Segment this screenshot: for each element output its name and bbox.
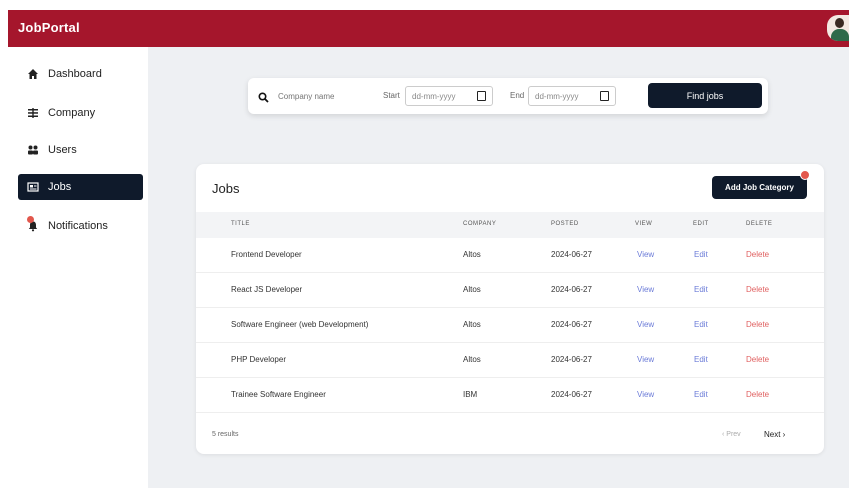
job-posted: 2024-06-27 xyxy=(551,355,592,364)
company-name-input[interactable] xyxy=(278,89,373,103)
delete-link[interactable]: Delete xyxy=(746,250,769,259)
job-title: PHP Developer xyxy=(231,355,286,364)
table-row: Frontend Developer Altos 2024-06-27 View… xyxy=(196,238,824,273)
sidebar-item-label: Company xyxy=(48,107,96,119)
delete-link[interactable]: Delete xyxy=(746,390,769,399)
users-icon xyxy=(26,143,40,157)
job-title: React JS Developer xyxy=(231,285,303,294)
job-posted: 2024-06-27 xyxy=(551,285,592,294)
end-date-label: End xyxy=(510,91,525,100)
main-content: Start dd-mm-yyyy End dd-mm-yyyy Find job… xyxy=(148,47,849,488)
search-icon xyxy=(258,90,269,108)
add-job-category-button[interactable]: Add Job Category xyxy=(712,176,807,199)
start-date-value: dd-mm-yyyy xyxy=(412,92,456,101)
sidebar-item-notifications[interactable]: Notifications xyxy=(18,213,143,239)
column-header-edit: EDIT xyxy=(693,221,709,227)
job-posted: 2024-06-27 xyxy=(551,250,592,259)
job-posted: 2024-06-27 xyxy=(551,390,592,399)
sidebar-item-label: Jobs xyxy=(48,181,72,193)
table-row: PHP Developer Altos 2024-06-27 View Edit… xyxy=(196,343,824,378)
start-date-label: Start xyxy=(383,91,400,100)
view-link[interactable]: View xyxy=(637,285,654,294)
job-company: Altos xyxy=(463,250,481,259)
table-row: Trainee Software Engineer IBM 2024-06-27… xyxy=(196,378,824,413)
column-header-company: COMPANY xyxy=(463,221,497,227)
job-title: Trainee Software Engineer xyxy=(231,390,326,399)
sidebar-item-label: Users xyxy=(48,144,77,156)
sidebar-item-users[interactable]: Users xyxy=(18,137,143,163)
next-page-button[interactable]: Next › xyxy=(764,430,785,439)
job-company: Altos xyxy=(463,355,481,364)
delete-link[interactable]: Delete xyxy=(746,355,769,364)
job-posted: 2024-06-27 xyxy=(551,320,592,329)
avatar-head xyxy=(835,18,844,28)
view-link[interactable]: View xyxy=(637,355,654,364)
avatar[interactable] xyxy=(827,15,849,41)
edit-link[interactable]: Edit xyxy=(694,390,708,399)
sidebar: Dashboard Company Users Jobs Notificatio… xyxy=(8,47,148,488)
sidebar-item-jobs[interactable]: Jobs xyxy=(18,174,143,200)
column-header-view: VIEW xyxy=(635,221,653,227)
job-company: IBM xyxy=(463,390,478,399)
find-jobs-button[interactable]: Find jobs xyxy=(648,83,762,108)
column-header-posted: POSTED xyxy=(551,221,579,227)
brand-logo[interactable]: JobPortal xyxy=(18,20,80,35)
add-category-badge xyxy=(800,170,810,180)
top-bar: JobPortal xyxy=(8,10,849,47)
edit-link[interactable]: Edit xyxy=(694,250,708,259)
sidebar-item-company[interactable]: Company xyxy=(18,100,143,126)
job-title: Frontend Developer xyxy=(231,250,302,259)
column-header-delete: DELETE xyxy=(746,221,773,227)
building-icon xyxy=(26,106,40,120)
table-row: React JS Developer Altos 2024-06-27 View… xyxy=(196,273,824,308)
home-icon xyxy=(26,67,40,81)
prev-page-button[interactable]: ‹ Prev xyxy=(722,431,741,438)
view-link[interactable]: View xyxy=(637,390,654,399)
view-link[interactable]: View xyxy=(637,250,654,259)
job-title: Software Engineer (web Development) xyxy=(231,320,369,329)
notification-badge xyxy=(27,216,34,223)
start-date-input[interactable]: dd-mm-yyyy xyxy=(405,86,493,106)
table-row: Software Engineer (web Development) Alto… xyxy=(196,308,824,343)
edit-link[interactable]: Edit xyxy=(694,285,708,294)
job-company: Altos xyxy=(463,285,481,294)
edit-link[interactable]: Edit xyxy=(694,355,708,364)
view-link[interactable]: View xyxy=(637,320,654,329)
column-header-title: TITLE xyxy=(231,221,250,227)
job-company: Altos xyxy=(463,320,481,329)
sidebar-item-label: Dashboard xyxy=(48,68,102,80)
results-count: 5 results xyxy=(212,431,239,438)
avatar-body xyxy=(831,29,849,41)
delete-link[interactable]: Delete xyxy=(746,285,769,294)
sidebar-item-dashboard[interactable]: Dashboard xyxy=(18,61,143,87)
delete-link[interactable]: Delete xyxy=(746,320,769,329)
end-date-input[interactable]: dd-mm-yyyy xyxy=(528,86,616,106)
edit-link[interactable]: Edit xyxy=(694,320,708,329)
calendar-icon[interactable] xyxy=(600,91,609,101)
table-header: TITLE COMPANY POSTED VIEW EDIT DELETE xyxy=(196,212,824,238)
jobs-title: Jobs xyxy=(212,181,240,196)
job-search-bar: Start dd-mm-yyyy End dd-mm-yyyy Find job… xyxy=(248,78,768,114)
end-date-value: dd-mm-yyyy xyxy=(535,92,579,101)
sidebar-item-label: Notifications xyxy=(48,220,108,232)
jobs-icon xyxy=(26,180,40,194)
jobs-card: Jobs Add Job Category TITLE COMPANY POST… xyxy=(196,164,824,454)
calendar-icon[interactable] xyxy=(477,91,486,101)
